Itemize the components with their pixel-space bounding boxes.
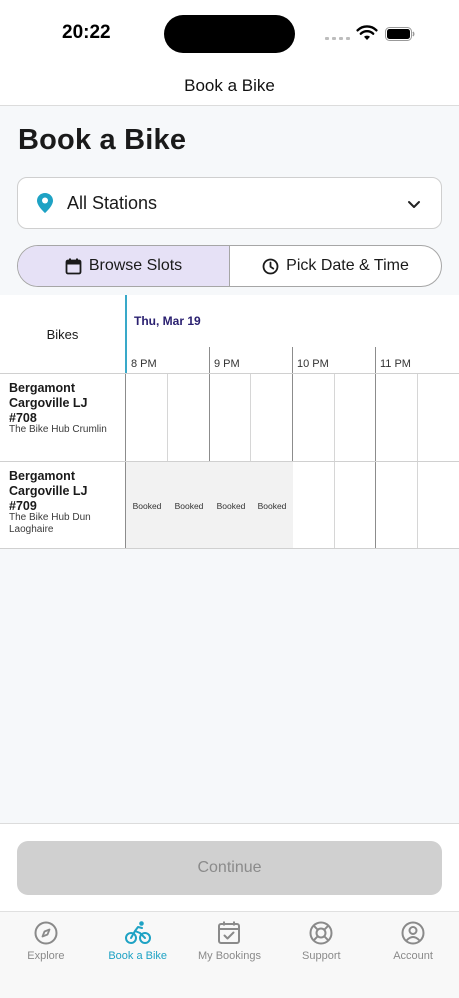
tab-book-a-bike[interactable]: Book a Bike: [92, 912, 184, 998]
booking-schedule-grid: Bikes Thu, Mar 19 8 PM 9 PM 10 PM 11 PM …: [0, 295, 459, 549]
time-slot[interactable]: [210, 374, 250, 461]
date-label: Thu, Mar 19: [134, 314, 201, 328]
time-slot[interactable]: [418, 374, 459, 461]
bike-row: Bergamont Cargoville LJ #708 The Bike Hu…: [0, 373, 459, 461]
tab-label: Support: [302, 950, 341, 962]
time-slot[interactable]: [376, 462, 417, 549]
bike-name: Bergamont Cargoville LJ #709: [9, 469, 88, 513]
pick-date-time-tab[interactable]: Pick Date & Time: [230, 246, 441, 286]
battery-icon: [385, 27, 415, 41]
time-slot[interactable]: [335, 374, 375, 461]
booked-slot: Booked: [126, 462, 168, 549]
calendar-check-icon: [218, 921, 241, 944]
hour-label: 8 PM: [131, 358, 157, 370]
hour-label: 10 PM: [297, 358, 329, 370]
time-slot[interactable]: [293, 462, 334, 549]
user-circle-icon: [401, 921, 425, 945]
bike-station: The Bike Hub Crumlin: [9, 424, 107, 435]
date-indicator: [125, 295, 127, 373]
time-slot[interactable]: [293, 374, 334, 461]
tab-bar: Explore Book a Bike My Bookings Support: [0, 911, 459, 998]
tab-explore[interactable]: Explore: [0, 912, 92, 998]
tab-label: Account: [393, 950, 433, 962]
time-slot[interactable]: [418, 462, 459, 549]
compass-icon: [34, 921, 58, 945]
bike-icon: [124, 921, 151, 944]
browse-slots-tab[interactable]: Browse Slots: [18, 246, 230, 286]
continue-button[interactable]: Continue: [17, 841, 442, 895]
navigation-bar: Book a Bike: [0, 66, 459, 106]
signal-icon: [325, 37, 350, 40]
bike-name: Bergamont Cargoville LJ #708: [9, 381, 88, 425]
tab-label: Book a Bike: [108, 950, 168, 962]
tab-my-bookings[interactable]: My Bookings: [184, 912, 276, 998]
booked-slot: Booked: [210, 462, 252, 549]
chevron-down-icon: [408, 201, 420, 208]
continue-area: Continue: [0, 823, 459, 911]
tab-support[interactable]: Support: [275, 912, 367, 998]
tab-label: Explore: [27, 950, 65, 962]
booked-slot: Booked: [251, 462, 293, 549]
time-slot[interactable]: [126, 374, 167, 461]
time-slot[interactable]: [376, 374, 417, 461]
time-slot[interactable]: [335, 462, 375, 549]
bike-row: Bergamont Cargoville LJ #709 The Bike Hu…: [0, 461, 459, 549]
lifebuoy-icon: [309, 921, 333, 945]
page-title: Book a Bike: [18, 124, 187, 156]
tab-label: My Bookings: [198, 950, 261, 962]
station-select[interactable]: All Stations: [17, 177, 442, 229]
time-slot[interactable]: [251, 374, 292, 461]
hour-label: 9 PM: [214, 358, 240, 370]
location-pin-icon: [37, 193, 53, 213]
browse-slots-label: Browse Slots: [88, 257, 183, 274]
status-bar: 20:22: [0, 0, 459, 66]
wifi-icon: [356, 25, 378, 40]
clock-icon: [262, 258, 279, 274]
time-slot[interactable]: [168, 374, 209, 461]
bikes-column-header: Bikes: [46, 326, 79, 342]
nav-title: Book a Bike: [184, 76, 275, 95]
station-select-value: All Stations: [67, 193, 158, 213]
calendar-icon: [65, 258, 82, 274]
booked-slot: Booked: [168, 462, 210, 549]
main-content: Book a Bike All Stations Browse Slots Pi…: [0, 106, 459, 824]
bike-station: The Bike Hub Dun Laoghaire: [9, 512, 91, 535]
grid-bottom-border: [0, 548, 459, 549]
pick-date-time-label: Pick Date & Time: [286, 257, 409, 274]
hour-label: 11 PM: [380, 358, 411, 370]
status-time: 20:22: [62, 22, 111, 43]
dynamic-island: [164, 15, 295, 53]
view-toggle: Browse Slots Pick Date & Time: [17, 245, 442, 287]
tab-account[interactable]: Account: [367, 912, 459, 998]
